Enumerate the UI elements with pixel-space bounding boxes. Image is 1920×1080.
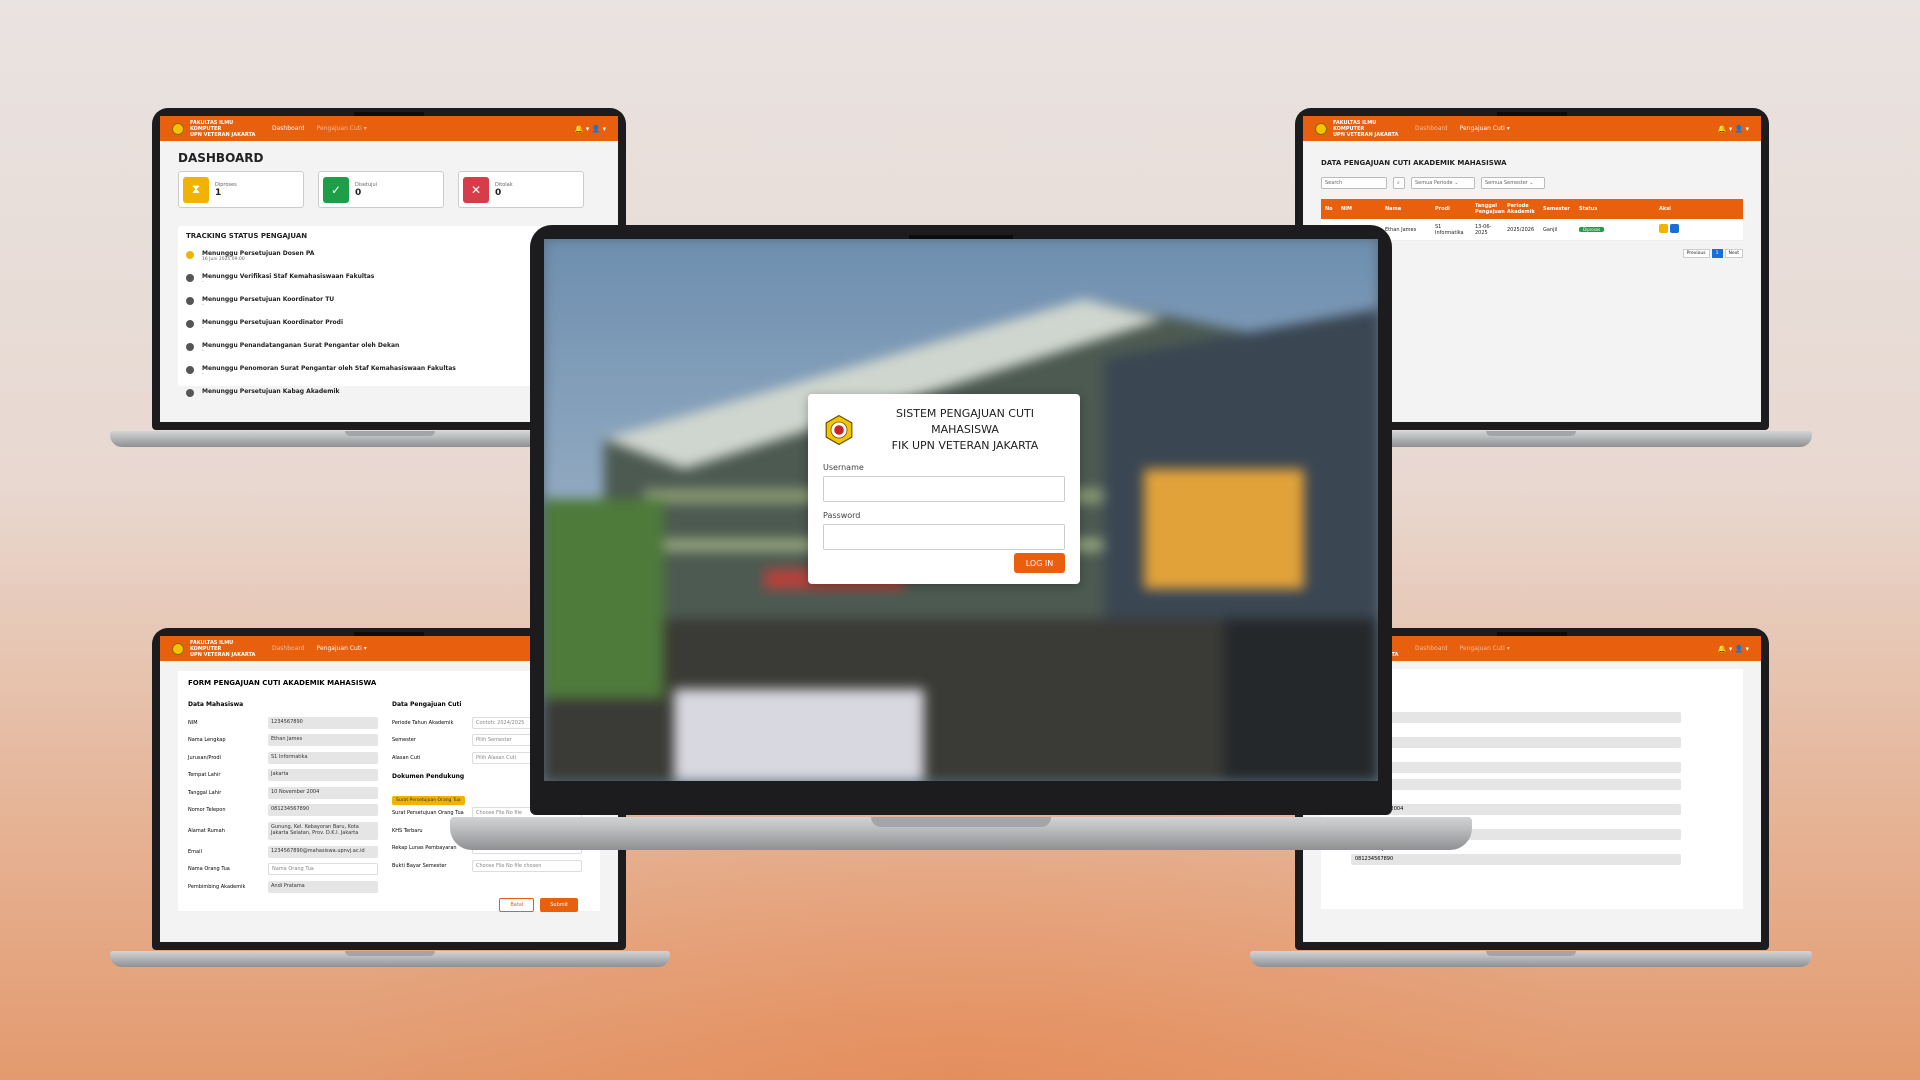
login-card: SISTEM PENGAJUAN CUTI MAHASISWA FIK UPN … [808,394,1080,584]
login-screen: SISTEM PENGAJUAN CUTI MAHASISWA FIK UPN … [544,239,1378,781]
nav-dashboard[interactable]: Dashboard [1415,125,1448,132]
login-title: SISTEM PENGAJUAN CUTI MAHASISWA FIK UPN … [891,407,1039,452]
prev-button[interactable]: Previous [1682,249,1710,258]
status-badge: Diproses [1579,226,1605,232]
page-button[interactable]: 1 [1711,249,1723,258]
edit-icon[interactable] [1659,224,1668,233]
username-input[interactable] [823,476,1065,502]
birthplace-field[interactable]: Jakarta [268,769,378,782]
cancel-button[interactable]: Batal [499,898,535,912]
logo-icon [172,642,184,655]
search-icon[interactable]: ⌕ [1393,177,1405,189]
table-header: No NIM Nama Prodi Tanggal Pengajuan Peri… [1321,199,1743,219]
semester-select[interactable]: Semua Semester ⌄ [1481,177,1545,189]
username-label: Username [823,463,864,472]
search-input[interactable]: Search [1321,177,1387,189]
file-input[interactable]: Choose File No file chosen [472,859,582,872]
logo-icon [172,122,184,135]
university-seal-icon [825,414,853,446]
laptop-login: SISTEM PENGAJUAN CUTI MAHASISWA FIK UPN … [450,225,1472,850]
profile-phone-field[interactable]: 081234567890 [1351,854,1681,865]
user-menu[interactable]: 🔔 ▾ 👤 ▾ [1718,125,1749,133]
submit-button[interactable]: Submit [540,898,578,912]
password-input[interactable] [823,524,1065,550]
next-button[interactable]: Next [1724,249,1743,258]
login-button[interactable]: LOG IN [1014,553,1065,573]
password-label: Password [823,511,861,520]
nav-dashboard[interactable]: Dashboard [272,125,305,132]
page-title: DASHBOARD [178,151,264,165]
nav-pengajuan[interactable]: Pengajuan Cuti ▾ [317,125,367,132]
card-ditolak: ✕ Ditolak 0 [458,171,584,208]
page-title: DATA PENGAJUAN CUTI AKADEMIK MAHASISWA [1321,159,1507,167]
top-nav: FAKULTAS ILMU KOMPUTER UPN VETERAN JAKART… [160,116,618,141]
hourglass-icon: ⧗ [183,176,209,203]
periode-select[interactable]: Semua Periode ⌄ [1411,177,1475,189]
close-icon: ✕ [463,176,489,203]
birthdate-field[interactable]: 10 November 2004 [268,786,378,799]
nav-dashboard[interactable]: Dashboard [272,645,305,652]
email-field[interactable]: 1234567890@mahasiswa.upnvj.ac.id [268,845,378,858]
nav-pengajuan[interactable]: Pengajuan Cuti ▾ [317,645,367,652]
parent-name-field[interactable]: Nama Orang Tua [268,863,378,876]
name-field[interactable]: Ethan James [268,734,378,747]
user-menu[interactable]: 🔔 ▾ 👤 ▾ [1718,645,1749,653]
card-disetujui: ✓ Disetujui 0 [318,171,444,208]
file-icon[interactable] [1670,224,1679,233]
prodi-field[interactable]: S1 Informatika [268,751,378,764]
nim-field[interactable]: 1234567890 [268,716,378,729]
advisor-field[interactable]: Andi Pratama [268,880,378,893]
address-field[interactable]: Gunung, Kel. Kebayoran Baru, Kota Jakart… [268,822,378,840]
card-diproses: ⧗ Diproses 1 [178,171,304,208]
user-menu[interactable]: 🔔 ▾ 👤 ▾ [575,125,606,133]
phone-field[interactable]: 081234567890 [268,804,378,817]
nav-pengajuan[interactable]: Pengajuan Cuti ▾ [1460,125,1510,132]
check-icon: ✓ [323,176,349,203]
logo-icon [1315,122,1327,135]
